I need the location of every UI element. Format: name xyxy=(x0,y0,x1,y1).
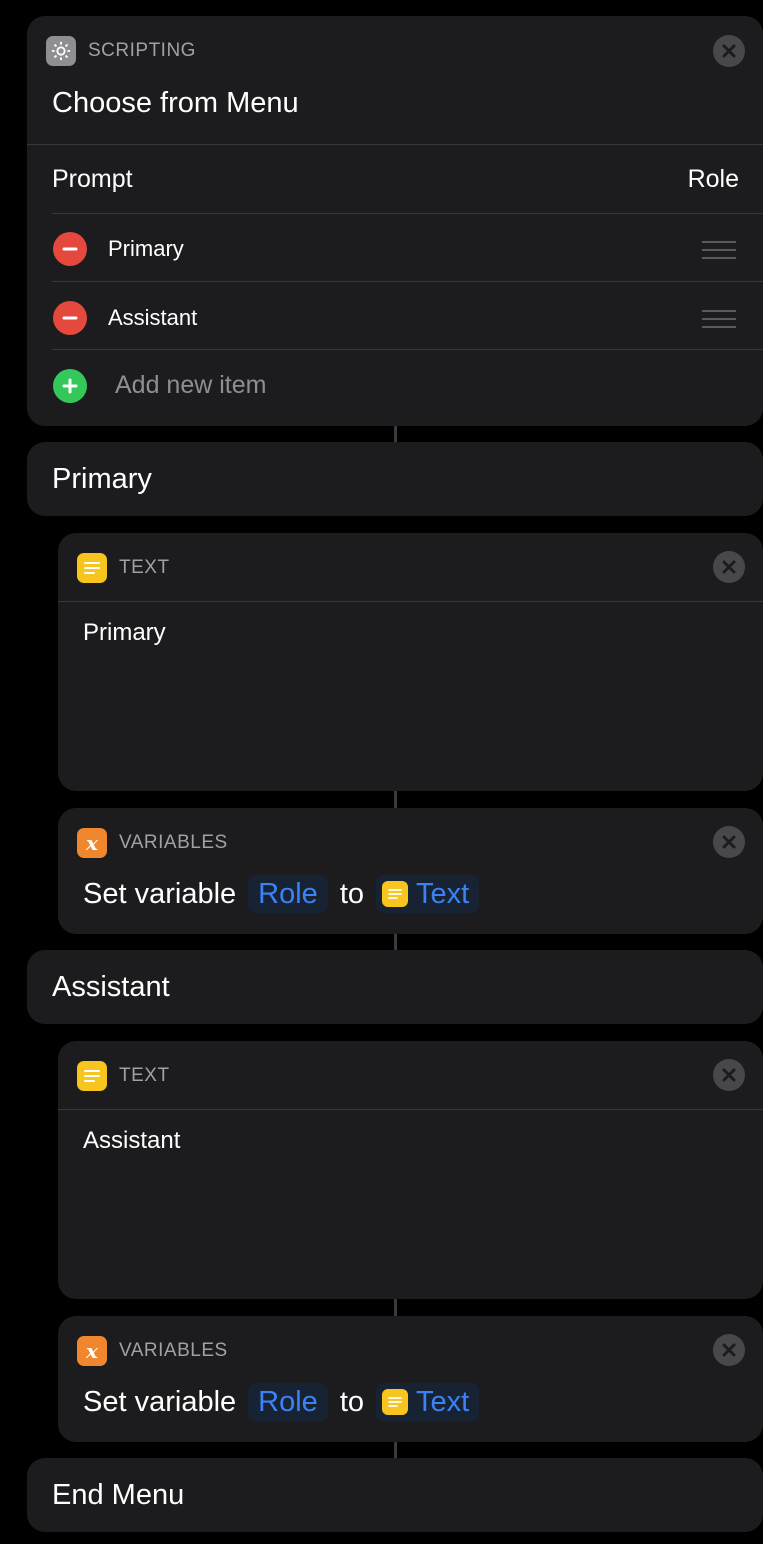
add-new-item-button[interactable]: Add new item xyxy=(115,371,266,400)
menu-case-assistant[interactable]: Assistant xyxy=(27,950,763,1024)
prompt-value[interactable]: Role xyxy=(688,165,739,194)
close-icon[interactable] xyxy=(713,1334,745,1366)
variable-value-label: Text xyxy=(416,877,470,910)
action-header: x VARIABLES xyxy=(77,828,228,858)
divider xyxy=(52,281,763,282)
action-category: TEXT xyxy=(119,557,170,578)
set-variable-sentence: Set variable Role to Text xyxy=(83,875,480,913)
variable-name-token[interactable]: Role xyxy=(248,1383,328,1421)
plus-icon[interactable] xyxy=(53,369,87,403)
variable-x-icon: x xyxy=(77,1336,107,1366)
text-action[interactable]: TEXT Primary xyxy=(58,533,763,791)
minus-icon[interactable] xyxy=(53,232,87,266)
close-icon[interactable] xyxy=(713,826,745,858)
action-category: VARIABLES xyxy=(119,832,228,853)
divider xyxy=(27,144,763,145)
set-variable-action[interactable]: x VARIABLES Set variable Role to Text xyxy=(58,1316,763,1442)
close-icon[interactable] xyxy=(713,1059,745,1091)
action-header: TEXT xyxy=(77,1061,170,1091)
set-variable-action[interactable]: x VARIABLES Set variable Role to Text xyxy=(58,808,763,934)
variable-x-icon: x xyxy=(77,828,107,858)
set-variable-sentence: Set variable Role to Text xyxy=(83,1383,480,1421)
choose-from-menu-action[interactable]: SCRIPTING Choose from Menu Prompt Role P… xyxy=(27,16,763,426)
action-header: SCRIPTING xyxy=(46,36,196,66)
set-variable-connector: to xyxy=(339,877,364,910)
divider xyxy=(58,601,763,602)
set-variable-connector: to xyxy=(339,1385,364,1418)
action-title: Choose from Menu xyxy=(52,87,299,119)
divider xyxy=(52,349,763,350)
variable-value-token[interactable]: Text xyxy=(376,875,480,913)
text-lines-icon xyxy=(77,553,107,583)
divider xyxy=(58,1109,763,1110)
flow-connector xyxy=(394,1299,397,1317)
gear-icon xyxy=(46,36,76,66)
close-icon[interactable] xyxy=(713,35,745,67)
menu-case-primary[interactable]: Primary xyxy=(27,442,763,516)
minus-icon[interactable] xyxy=(53,301,87,335)
set-variable-prefix: Set variable xyxy=(83,877,237,910)
close-icon[interactable] xyxy=(713,551,745,583)
flow-connector xyxy=(394,791,397,809)
action-category: TEXT xyxy=(119,1065,170,1086)
text-lines-icon xyxy=(382,881,408,907)
text-action[interactable]: TEXT Assistant xyxy=(58,1041,763,1299)
set-variable-prefix: Set variable xyxy=(83,1385,237,1418)
menu-item-assistant[interactable]: Assistant xyxy=(108,305,197,331)
variable-value-label: Text xyxy=(416,1385,470,1418)
action-category: VARIABLES xyxy=(119,1340,228,1361)
text-lines-icon xyxy=(77,1061,107,1091)
drag-handle-icon[interactable] xyxy=(702,241,736,265)
action-header: x VARIABLES xyxy=(77,1336,228,1366)
end-menu-label: End Menu xyxy=(52,1479,185,1511)
menu-item-primary[interactable]: Primary xyxy=(108,236,184,262)
menu-case-label: Primary xyxy=(52,463,152,495)
variable-value-token[interactable]: Text xyxy=(376,1383,480,1421)
text-content-field[interactable]: Primary xyxy=(83,619,166,647)
action-header: TEXT xyxy=(77,553,170,583)
prompt-label: Prompt xyxy=(52,165,133,193)
menu-case-label: Assistant xyxy=(52,971,170,1003)
drag-handle-icon[interactable] xyxy=(702,310,736,334)
variable-name-token[interactable]: Role xyxy=(248,875,328,913)
divider xyxy=(52,213,763,214)
action-category: SCRIPTING xyxy=(88,40,196,61)
text-lines-icon xyxy=(382,1389,408,1415)
end-menu-action[interactable]: End Menu xyxy=(27,1458,763,1532)
text-content-field[interactable]: Assistant xyxy=(83,1127,180,1155)
